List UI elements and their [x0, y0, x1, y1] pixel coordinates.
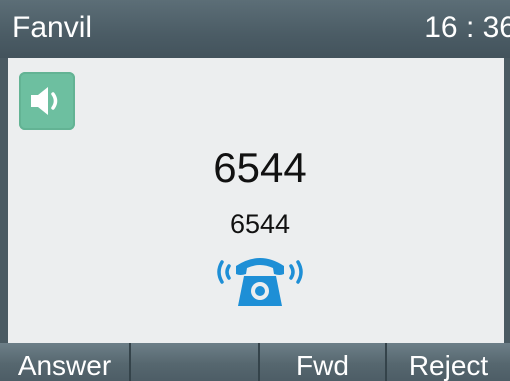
right-border [504, 58, 510, 343]
caller-number: 6544 [229, 209, 291, 239]
incoming-call-panel: 6544 6544 [8, 58, 504, 343]
status-bar: Fanvil 16 : 36 [0, 0, 510, 58]
clock: 16 : 36 [424, 11, 510, 44]
speaker-icon [19, 72, 75, 130]
brand-label: Fanvil [12, 11, 93, 44]
softkey-bar: Answer Fwd Reject [0, 343, 510, 381]
answer-softkey[interactable]: Answer [0, 343, 131, 381]
left-border [0, 58, 8, 343]
reject-softkey[interactable]: Reject [387, 343, 510, 381]
blank-softkey[interactable] [131, 343, 260, 381]
caller-name: 6544 [213, 144, 307, 191]
phone-screen: Fanvil 16 : 36 6544 6544 Answer Fwd Reje… [0, 0, 510, 381]
ringing-phone-icon [217, 258, 303, 306]
forward-softkey[interactable]: Fwd [260, 343, 387, 381]
